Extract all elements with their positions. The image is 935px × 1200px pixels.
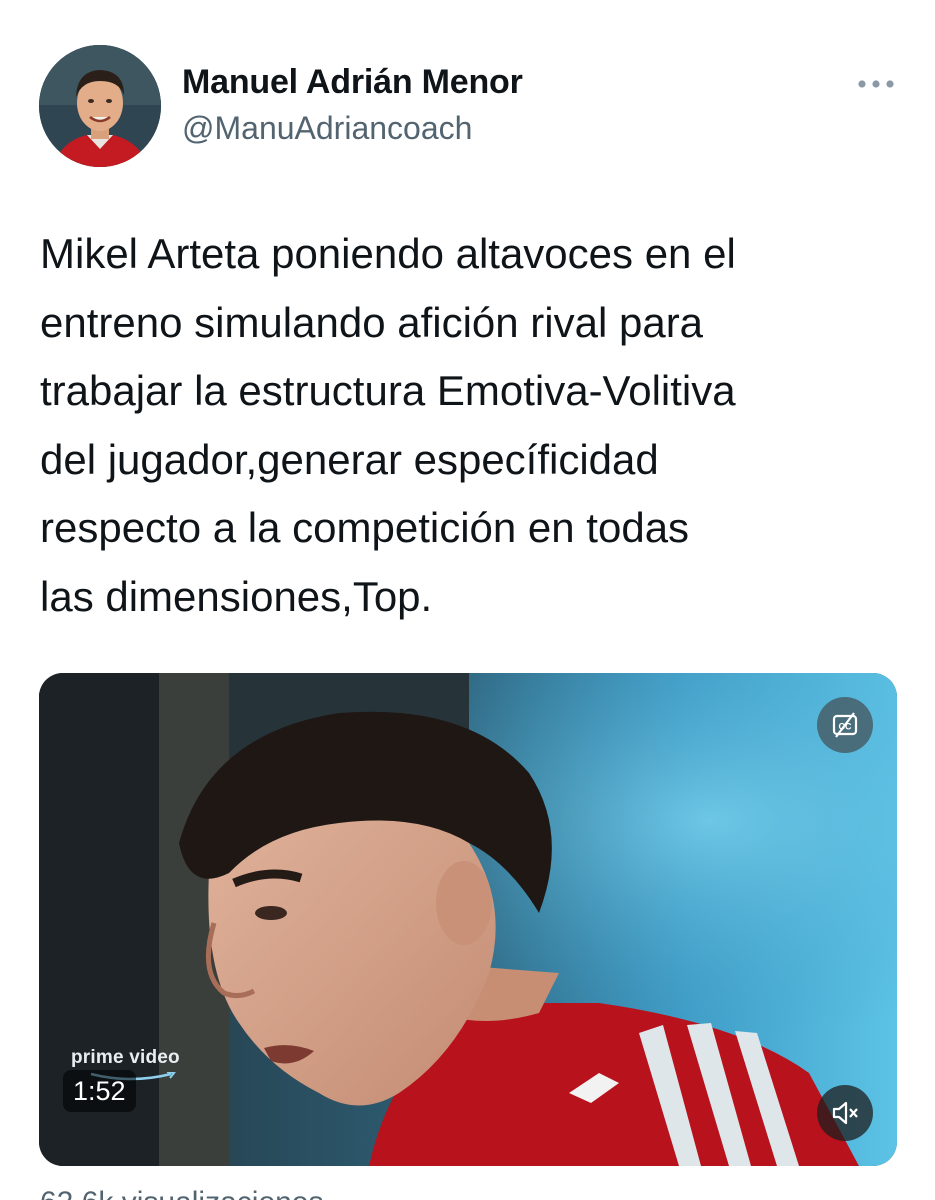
author-name[interactable]: Manuel Adrián Menor (182, 63, 523, 102)
video-duration: 1:52 (63, 1070, 136, 1112)
mute-toggle-button[interactable] (817, 1085, 873, 1141)
closed-captions-off-icon: CC (832, 712, 858, 738)
prime-video-text: prime video (71, 1047, 180, 1068)
more-options-button[interactable] (854, 70, 898, 98)
video-player[interactable]: CC prime video 1:52 (39, 673, 897, 1166)
author-handle[interactable]: @ManuAdriancoach (182, 110, 472, 147)
closed-captions-button[interactable]: CC (817, 697, 873, 753)
video-frame (39, 673, 897, 1166)
tweet: Manuel Adrián Menor @ManuAdriancoach Mik… (0, 0, 935, 1200)
tweet-text: Mikel Arteta poniendo altavoces en el en… (40, 230, 736, 620)
more-dots-icon (858, 80, 894, 88)
views-count: 62.6k visualizaciones (40, 1186, 324, 1200)
speaker-muted-icon (832, 1101, 858, 1125)
author-avatar[interactable] (39, 45, 161, 167)
